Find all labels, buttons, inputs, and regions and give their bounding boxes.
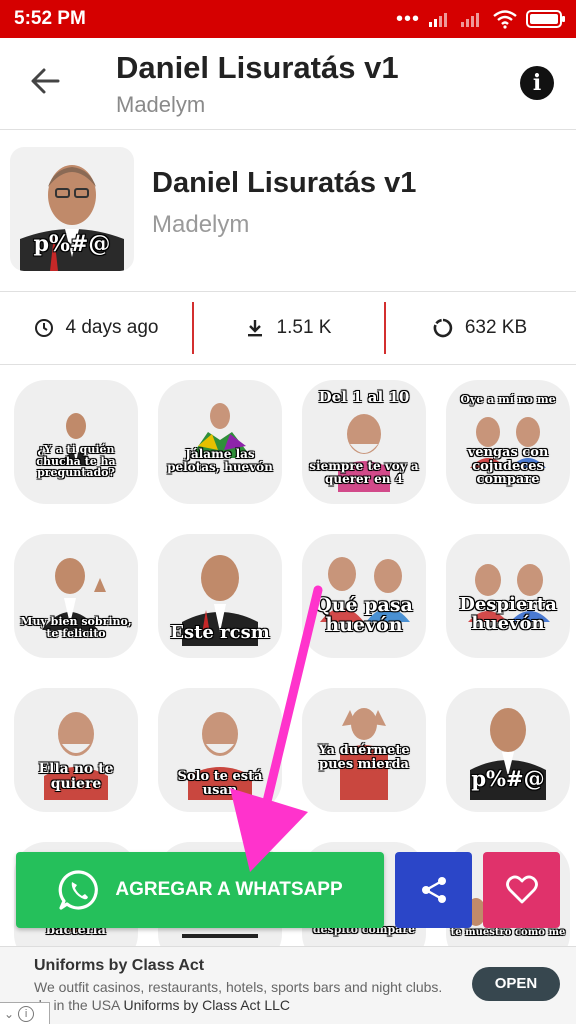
ad-banner[interactable]: Uniforms by Class Act We outfit casinos,…	[0, 946, 576, 1024]
sticker-caption: siempre te voy a querer en 4	[309, 459, 419, 486]
sticker-item[interactable]: Jálame las pelotas, huevón	[158, 380, 282, 504]
sticker-item[interactable]: Ya duérmete pues mierda	[302, 688, 426, 812]
sticker-caption: ¿Y a ti quién chucha te ha preguntado?	[36, 443, 116, 480]
sticker-item[interactable]: ¿Y a ti quién chucha te ha preguntado?	[14, 380, 138, 504]
status-icons: •••	[395, 8, 565, 30]
heart-icon	[505, 875, 538, 904]
sticker-caption: Solo te está usan	[177, 769, 263, 798]
add-to-whatsapp-button[interactable]: AGREGAR A WHATSAPP	[16, 852, 384, 928]
chevron-down-icon: ⌄	[4, 1006, 15, 1021]
sticker-item[interactable]: Este rcsm	[158, 534, 282, 658]
pack-header: p%#@ Daniel Lisuratás v1 Madelym	[0, 131, 576, 291]
sticker-caption: Jálame las pelotas, huevón	[167, 447, 273, 474]
stat-downloads: 1.51 K	[192, 292, 384, 364]
sticker-item[interactable]: Solo te está usan	[158, 688, 282, 812]
stat-size-label: 632 KB	[464, 317, 528, 338]
app-bar-title: Daniel Lisuratás v1	[116, 50, 399, 85]
stat-size: 632 KB	[384, 292, 576, 364]
sticker-caption: p%#@	[471, 766, 545, 791]
ad-advertiser-line: de in the USA Uniforms by Class Act LLC	[34, 997, 290, 1013]
share-button[interactable]	[395, 852, 472, 928]
tray-image: p%#@	[10, 147, 134, 271]
info-icon[interactable]: i	[520, 66, 554, 100]
notification-dots: •••	[395, 8, 420, 30]
app-bar: Daniel Lisuratás v1 Madelym i	[0, 38, 576, 130]
tray-caption: p%#@	[33, 231, 111, 257]
sticker-item[interactable]: Qué pasa huevón	[302, 534, 426, 658]
share-icon	[421, 877, 446, 903]
download-icon	[247, 320, 262, 337]
clock-icon	[34, 319, 53, 337]
stat-date: 4 days ago	[0, 292, 192, 364]
sticker-caption: Despierta huevón	[459, 594, 557, 634]
wifi-icon	[493, 10, 517, 29]
ad-open-button[interactable]: OPEN	[472, 967, 560, 1001]
sticker-caption: Este rcsm	[170, 622, 270, 643]
ad-choices[interactable]: ⌄ i	[0, 1002, 50, 1024]
sticker-item[interactable]: Del 1 al 10 siempre te voy a querer en 4	[302, 380, 426, 504]
signal-icon	[461, 13, 479, 27]
sticker-item[interactable]: Despierta huevón	[446, 534, 570, 658]
status-time: 5:52 PM	[14, 8, 86, 29]
whatsapp-icon	[59, 870, 99, 910]
battery-icon	[526, 10, 565, 28]
sticker-item[interactable]: p%#@	[446, 688, 570, 812]
add-to-whatsapp-label: AGREGAR A WHATSAPP	[115, 879, 343, 900]
ad-title: Uniforms by Class Act	[34, 957, 205, 974]
sticker-caption: Ya duérmete pues mierda	[318, 743, 410, 772]
ad-text: We outfit casinos, restaurants, hotels, …	[34, 979, 443, 995]
sticker-item[interactable]: Oye a mí no me vengas con cojudeces comp…	[446, 380, 570, 504]
data-usage-icon	[433, 318, 452, 338]
pack-stats: 4 days ago 1.51 K 632 KB	[0, 291, 576, 365]
sticker-caption: Qué pasa huevón	[315, 594, 413, 636]
pack-author: Madelym	[152, 211, 250, 238]
signal-icon	[429, 13, 447, 27]
stat-date-label: 4 days ago	[65, 317, 159, 338]
app-bar-subtitle: Madelym	[116, 92, 206, 117]
stat-downloads-label: 1.51 K	[276, 317, 332, 338]
sticker-caption: vengas con cojudeces compare	[467, 445, 549, 488]
app-bar-titles: Daniel Lisuratás v1 Madelym	[116, 50, 399, 118]
sticker-item[interactable]: Ella no te quiere	[14, 688, 138, 812]
action-bar: AGREGAR A WHATSAPP	[0, 850, 576, 930]
ad-advertiser: Uniforms by Class Act LLC	[123, 997, 291, 1013]
pack-title: Daniel Lisuratás v1	[152, 167, 417, 199]
sticker-caption: Ella no te quiere	[38, 761, 114, 792]
sticker-item[interactable]: Muy bien sobrino, te felicito	[14, 534, 138, 658]
sticker-caption: Muy bien sobrino, te felicito	[20, 615, 132, 640]
favorite-button[interactable]	[483, 852, 560, 928]
ad-info-icon: i	[18, 1005, 35, 1022]
status-bar: 5:52 PM •••	[0, 0, 576, 38]
back-arrow-icon[interactable]	[28, 64, 62, 98]
